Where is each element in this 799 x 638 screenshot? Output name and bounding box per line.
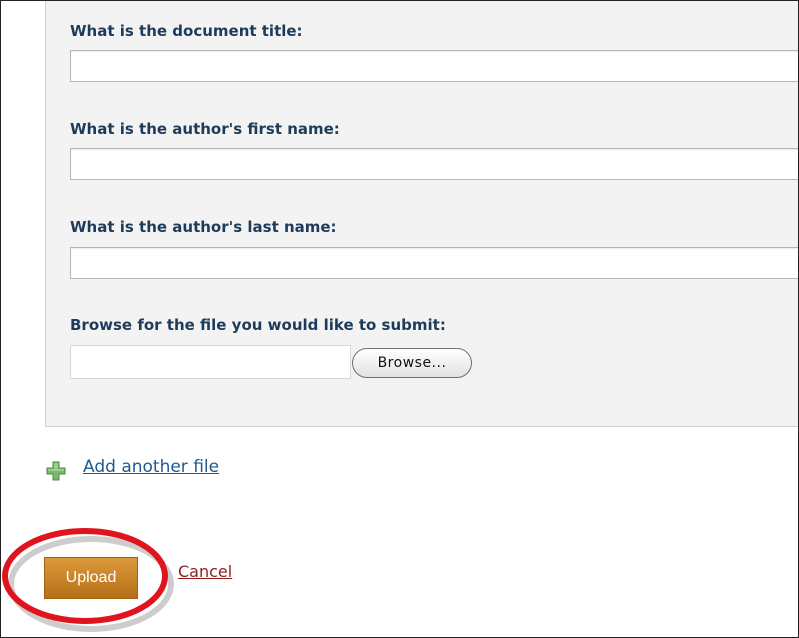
- file-path-field[interactable]: [70, 345, 351, 379]
- document-title-input[interactable]: [70, 50, 798, 82]
- author-last-name-input[interactable]: [70, 247, 798, 279]
- page-frame: What is the document title: What is the …: [0, 0, 799, 638]
- plus-icon[interactable]: [45, 460, 67, 482]
- cancel-link[interactable]: Cancel: [178, 562, 232, 581]
- upload-button[interactable]: Upload: [44, 557, 138, 599]
- author-first-name-label: What is the author's first name:: [70, 120, 340, 138]
- add-another-file-link[interactable]: Add another file: [83, 457, 219, 477]
- browse-button[interactable]: Browse...: [352, 348, 472, 378]
- author-first-name-input[interactable]: [70, 148, 798, 180]
- author-last-name-label: What is the author's last name:: [70, 218, 337, 236]
- file-browse-label: Browse for the file you would like to su…: [70, 316, 446, 334]
- document-title-label: What is the document title:: [70, 22, 303, 40]
